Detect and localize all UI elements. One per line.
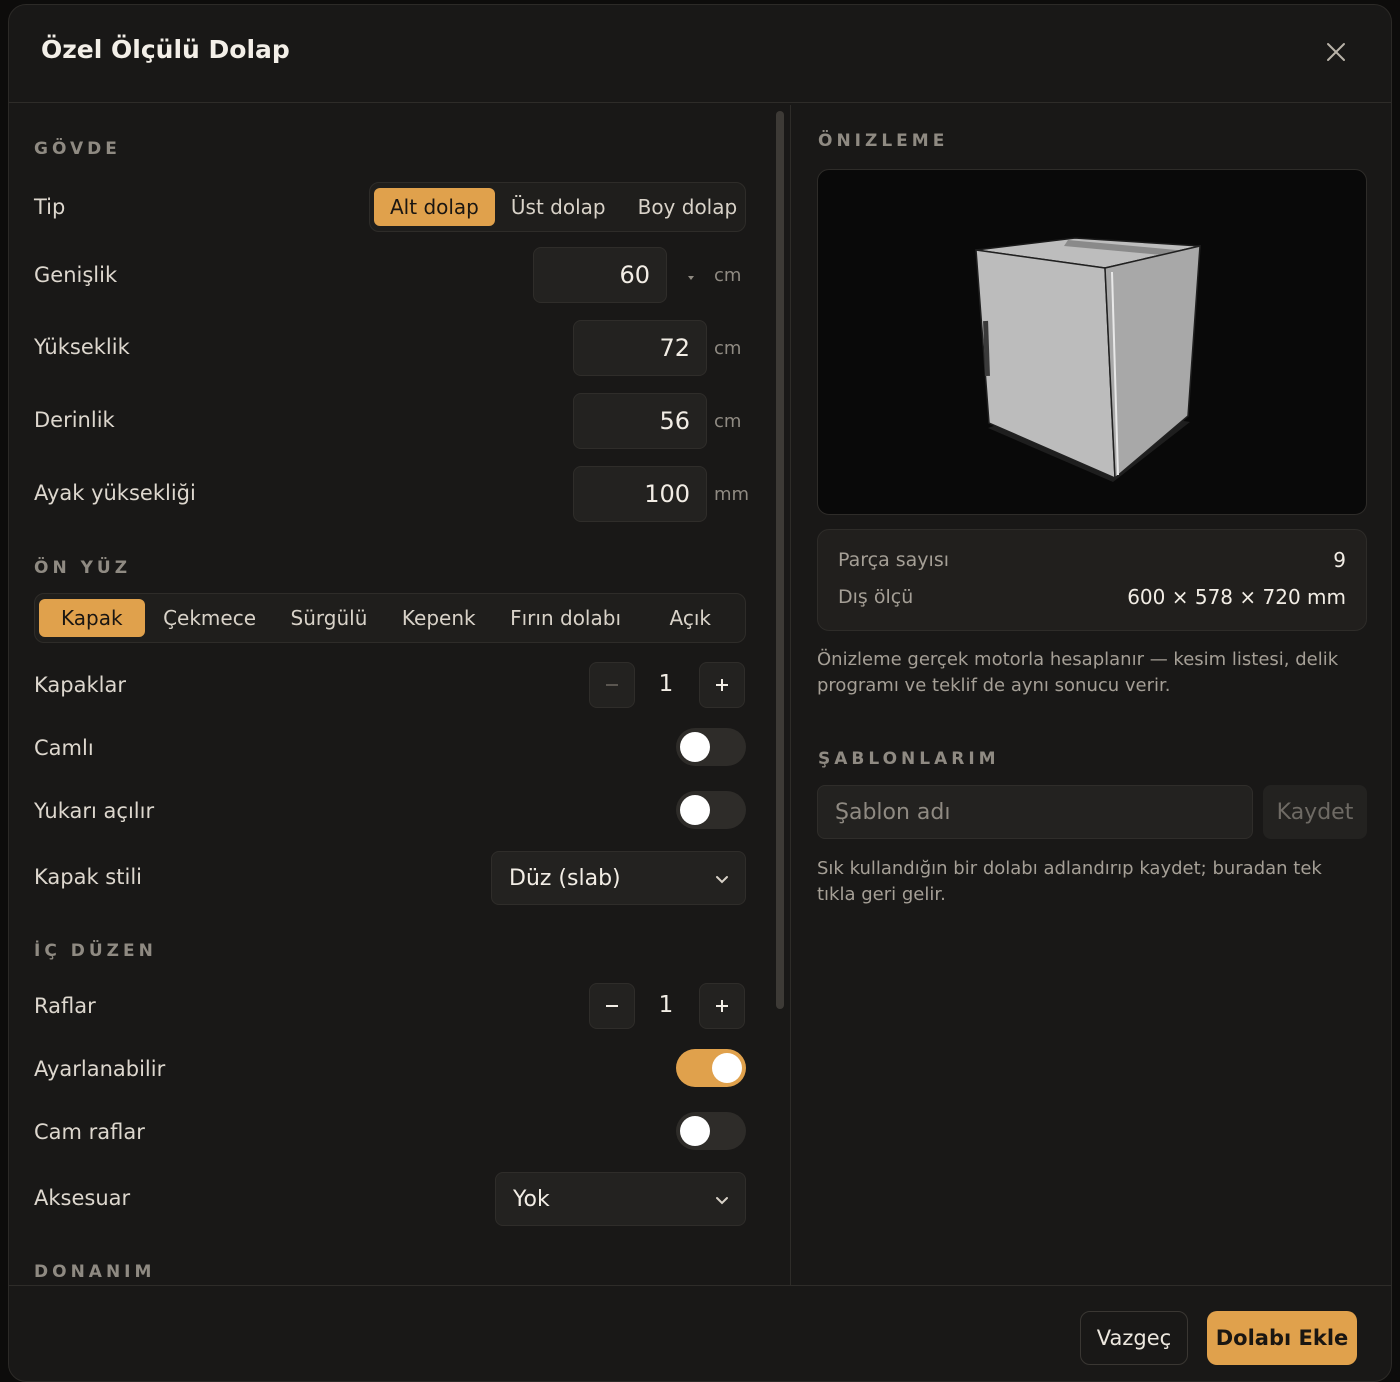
height-label: Yükseklik xyxy=(34,335,130,359)
doors-value: 1 xyxy=(658,671,674,697)
close-icon xyxy=(1327,43,1345,61)
cabinet-3d-preview[interactable] xyxy=(817,169,1367,515)
front-option-sliding[interactable]: Sürgülü xyxy=(275,599,384,637)
depth-unit: cm xyxy=(714,411,742,432)
cabinet-render xyxy=(975,237,1201,482)
adjustable-label: Ayarlanabilir xyxy=(34,1057,166,1081)
depth-label: Derinlik xyxy=(34,408,115,432)
shelves-label: Raflar xyxy=(34,994,96,1018)
part-count-value: 9 xyxy=(1333,548,1346,572)
toggle-knob xyxy=(712,1053,742,1083)
glass-toggle[interactable] xyxy=(676,728,746,766)
front-option-door[interactable]: Kapak xyxy=(39,599,145,637)
close-button[interactable] xyxy=(1321,37,1351,67)
glass-label: Camlı xyxy=(34,736,94,760)
scrollbar[interactable] xyxy=(776,111,784,1009)
template-name-input[interactable] xyxy=(817,785,1253,839)
shelves-decrement-button[interactable] xyxy=(589,983,635,1029)
templates-note: Sık kullandığın bir dolabı adlandırıp ka… xyxy=(817,858,1322,905)
minus-icon xyxy=(606,1005,618,1007)
lift-up-toggle[interactable] xyxy=(676,791,746,829)
type-label: Tip xyxy=(34,195,66,219)
adjustable-toggle[interactable] xyxy=(676,1049,746,1087)
type-option-wall[interactable]: Üst dolap xyxy=(495,188,622,226)
front-type-segmented: Kapak Çekmece Sürgülü Kepenk Fırın dolab… xyxy=(34,593,746,643)
accessory-label: Aksesuar xyxy=(34,1186,131,1210)
outer-dims-value: 600 × 578 × 720 mm xyxy=(1127,585,1346,609)
toggle-knob xyxy=(680,795,710,825)
custom-cabinet-dialog: Özel Ölçülü Dolap GÖVDE Tip Alt dolap Üs… xyxy=(8,4,1392,1382)
dialog-header: Özel Ölçülü Dolap xyxy=(9,5,1391,103)
glass-shelves-toggle[interactable] xyxy=(676,1112,746,1150)
cabinet-stats: Parça sayısı 9 Dış ölçü 600 × 578 × 720 … xyxy=(817,529,1367,631)
save-template-button[interactable]: Kaydet xyxy=(1263,785,1367,839)
toggle-knob xyxy=(680,1116,710,1146)
preview-note: Önizleme gerçek motorla hesaplanır — kes… xyxy=(817,649,1339,696)
chevron-down-icon xyxy=(716,876,728,884)
leg-height-unit: mm xyxy=(714,484,750,505)
dialog-title: Özel Ölçülü Dolap xyxy=(41,35,290,64)
part-count-label: Parça sayısı xyxy=(838,549,950,571)
doors-decrement-button[interactable] xyxy=(589,662,635,708)
door-style-value: Düz (slab) xyxy=(509,865,621,891)
section-title-interior: İÇ DÜZEN xyxy=(34,941,157,961)
dialog-footer: Vazgeç Dolabı Ekle xyxy=(9,1285,1391,1381)
width-unit: cm xyxy=(714,265,742,286)
front-option-open[interactable]: Açık xyxy=(640,599,741,637)
door-style-select[interactable]: Düz (slab) xyxy=(491,851,746,905)
front-option-shutter[interactable]: Kepenk xyxy=(386,599,492,637)
plus-icon xyxy=(716,679,728,691)
width-input[interactable]: 60 xyxy=(533,247,667,303)
glass-shelves-label: Cam raflar xyxy=(34,1120,145,1144)
front-option-drawer[interactable]: Çekmece xyxy=(147,599,272,637)
depth-input[interactable]: 56 xyxy=(573,393,707,449)
chevron-down-icon xyxy=(716,1197,728,1205)
cabinet-type-segmented: Alt dolap Üst dolap Boy dolap xyxy=(369,182,746,232)
height-input[interactable]: 72 xyxy=(573,320,707,376)
type-option-tall[interactable]: Boy dolap xyxy=(622,188,754,226)
section-title-body: GÖVDE xyxy=(34,139,121,159)
leg-height-input[interactable]: 100 xyxy=(573,466,707,522)
doors-label: Kapaklar xyxy=(34,673,126,697)
settings-panel: GÖVDE Tip Alt dolap Üst dolap Boy dolap … xyxy=(9,105,791,1285)
preview-panel: ÖNIZLEME Parça sayısı 9 Dış ölçü 600 × 5… xyxy=(793,105,1391,1285)
height-unit: cm xyxy=(714,338,742,359)
width-label: Genişlik xyxy=(34,263,118,287)
doors-increment-button[interactable] xyxy=(699,662,745,708)
outer-dims-label: Dış ölçü xyxy=(838,586,914,608)
section-title-hardware: DONANIM xyxy=(34,1262,156,1282)
shelves-value: 1 xyxy=(658,992,674,1018)
type-option-base[interactable]: Alt dolap xyxy=(374,188,495,226)
door-style-label: Kapak stili xyxy=(34,865,142,889)
add-cabinet-button[interactable]: Dolabı Ekle xyxy=(1207,1311,1357,1365)
accessory-select[interactable]: Yok xyxy=(495,1172,746,1226)
accessory-value: Yok xyxy=(513,1186,550,1212)
leg-height-label: Ayak yüksekliği xyxy=(34,481,196,505)
section-title-templates: ŞABLONLARIM xyxy=(818,749,1000,769)
section-title-preview: ÖNIZLEME xyxy=(818,131,949,151)
cancel-button[interactable]: Vazgeç xyxy=(1080,1311,1188,1365)
toggle-knob xyxy=(680,732,710,762)
plus-icon xyxy=(716,1000,728,1012)
section-title-front: ÖN YÜZ xyxy=(34,558,132,578)
lift-up-label: Yukarı açılır xyxy=(34,799,155,823)
front-option-oven[interactable]: Fırın dolabı xyxy=(494,599,637,637)
shelves-increment-button[interactable] xyxy=(699,983,745,1029)
minus-icon xyxy=(606,684,618,686)
caret-down-icon xyxy=(688,276,694,280)
